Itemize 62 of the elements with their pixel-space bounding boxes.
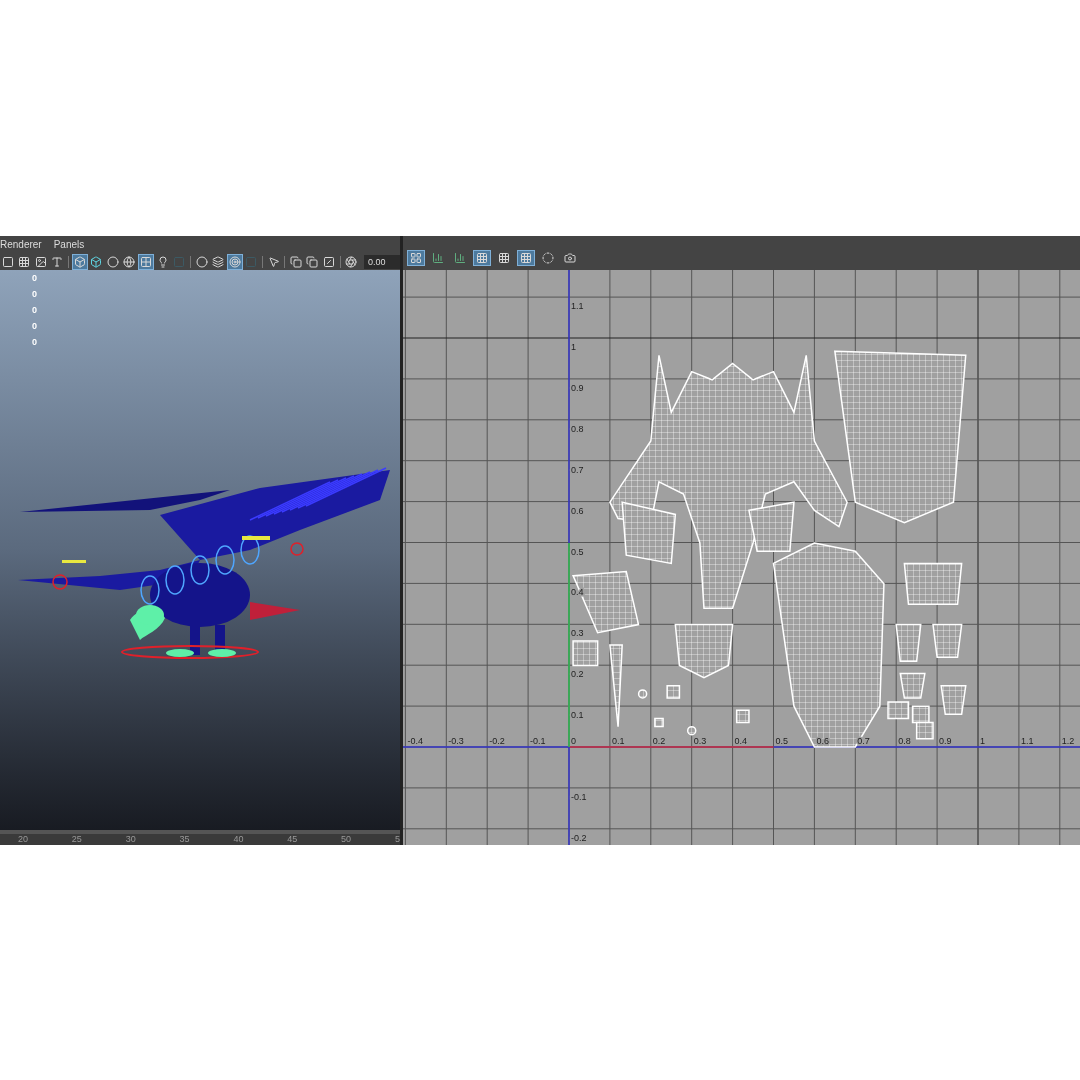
v-axis-label: 1.1 — [571, 301, 584, 312]
hud-value: 0 — [32, 272, 38, 284]
u-axis-label: 0.5 — [775, 736, 788, 746]
u-axis-label: 0 — [571, 736, 576, 746]
u-axis-label: 0.4 — [734, 736, 748, 746]
v-axis-label: 0.9 — [571, 382, 584, 393]
menu-item[interactable]: Panels — [53, 240, 85, 250]
square-icon[interactable] — [0, 254, 16, 270]
v-axis-label: 0.7 — [571, 464, 584, 475]
copy-icon[interactable] — [304, 254, 321, 270]
frame-icon[interactable] — [321, 254, 337, 270]
v-axis-label: -0.2 — [571, 832, 587, 843]
timeline-tick: 20 — [18, 835, 28, 844]
timeline-tick: 35 — [179, 835, 190, 844]
v-axis-label: 0.5 — [571, 546, 584, 557]
cube-icon[interactable] — [71, 254, 88, 270]
v-axis-label: -0.1 — [571, 791, 587, 802]
image-icon[interactable] — [33, 254, 49, 270]
v-axis-label: 0.3 — [571, 628, 584, 639]
menu-item[interactable]: Renderer — [0, 240, 42, 250]
hud-value: 0 — [32, 304, 38, 316]
u-axis-label: 0.6 — [816, 736, 829, 746]
v-axis-label: 0.2 — [571, 669, 584, 680]
u-axis-label: -0.4 — [407, 736, 423, 746]
v-axis-label: 0.1 — [571, 710, 584, 721]
grid-icon[interactable] — [16, 254, 32, 270]
copy-icon[interactable] — [288, 254, 304, 270]
hud-value: 0 — [32, 336, 38, 348]
u-axis-label: -0.3 — [448, 736, 464, 746]
target-icon[interactable] — [226, 254, 243, 270]
u-axis-label: 1.1 — [1020, 736, 1034, 746]
u-axis-label: 0.3 — [693, 736, 707, 746]
circle-icon[interactable] — [105, 254, 121, 270]
aperture-icon[interactable] — [343, 254, 360, 270]
timeline-tick: 50 — [341, 835, 352, 844]
grid-icon[interactable] — [473, 250, 491, 266]
timeline-tick: 45 — [287, 835, 298, 844]
timeline-tick: 5 — [394, 835, 400, 844]
u-axis-label: 1.2 — [1061, 736, 1075, 746]
camera-icon[interactable] — [561, 250, 579, 266]
u-axis-label: 1 — [980, 736, 985, 746]
checker-icon[interactable] — [138, 254, 154, 270]
u-axis-label: -0.2 — [489, 736, 505, 746]
hud-value: 0 — [32, 320, 38, 332]
timeline-tick: 40 — [233, 835, 244, 844]
uv-layout-icon[interactable] — [407, 250, 425, 266]
text-icon[interactable] — [49, 254, 65, 270]
hud-value: 0 — [32, 288, 38, 300]
u-axis-label: 0.2 — [652, 736, 666, 746]
v-axis-label: 0.6 — [571, 505, 584, 516]
v-axis-label: 0.8 — [571, 423, 584, 434]
globe-icon[interactable] — [121, 254, 138, 270]
u-axis-label: -0.1 — [530, 736, 546, 746]
timeline-tick: 30 — [125, 835, 136, 844]
timeline-tick: 25 — [71, 835, 82, 844]
u-axis-label: 0.8 — [898, 736, 911, 746]
u-axis-label: 0.9 — [939, 736, 952, 746]
u-axis-label: 0.1 — [611, 736, 625, 746]
grid-icon[interactable] — [517, 250, 535, 266]
sphere-icon[interactable] — [193, 254, 210, 270]
v-axis-label: 1 — [571, 342, 576, 352]
value-field[interactable]: 0.00 — [364, 255, 401, 269]
